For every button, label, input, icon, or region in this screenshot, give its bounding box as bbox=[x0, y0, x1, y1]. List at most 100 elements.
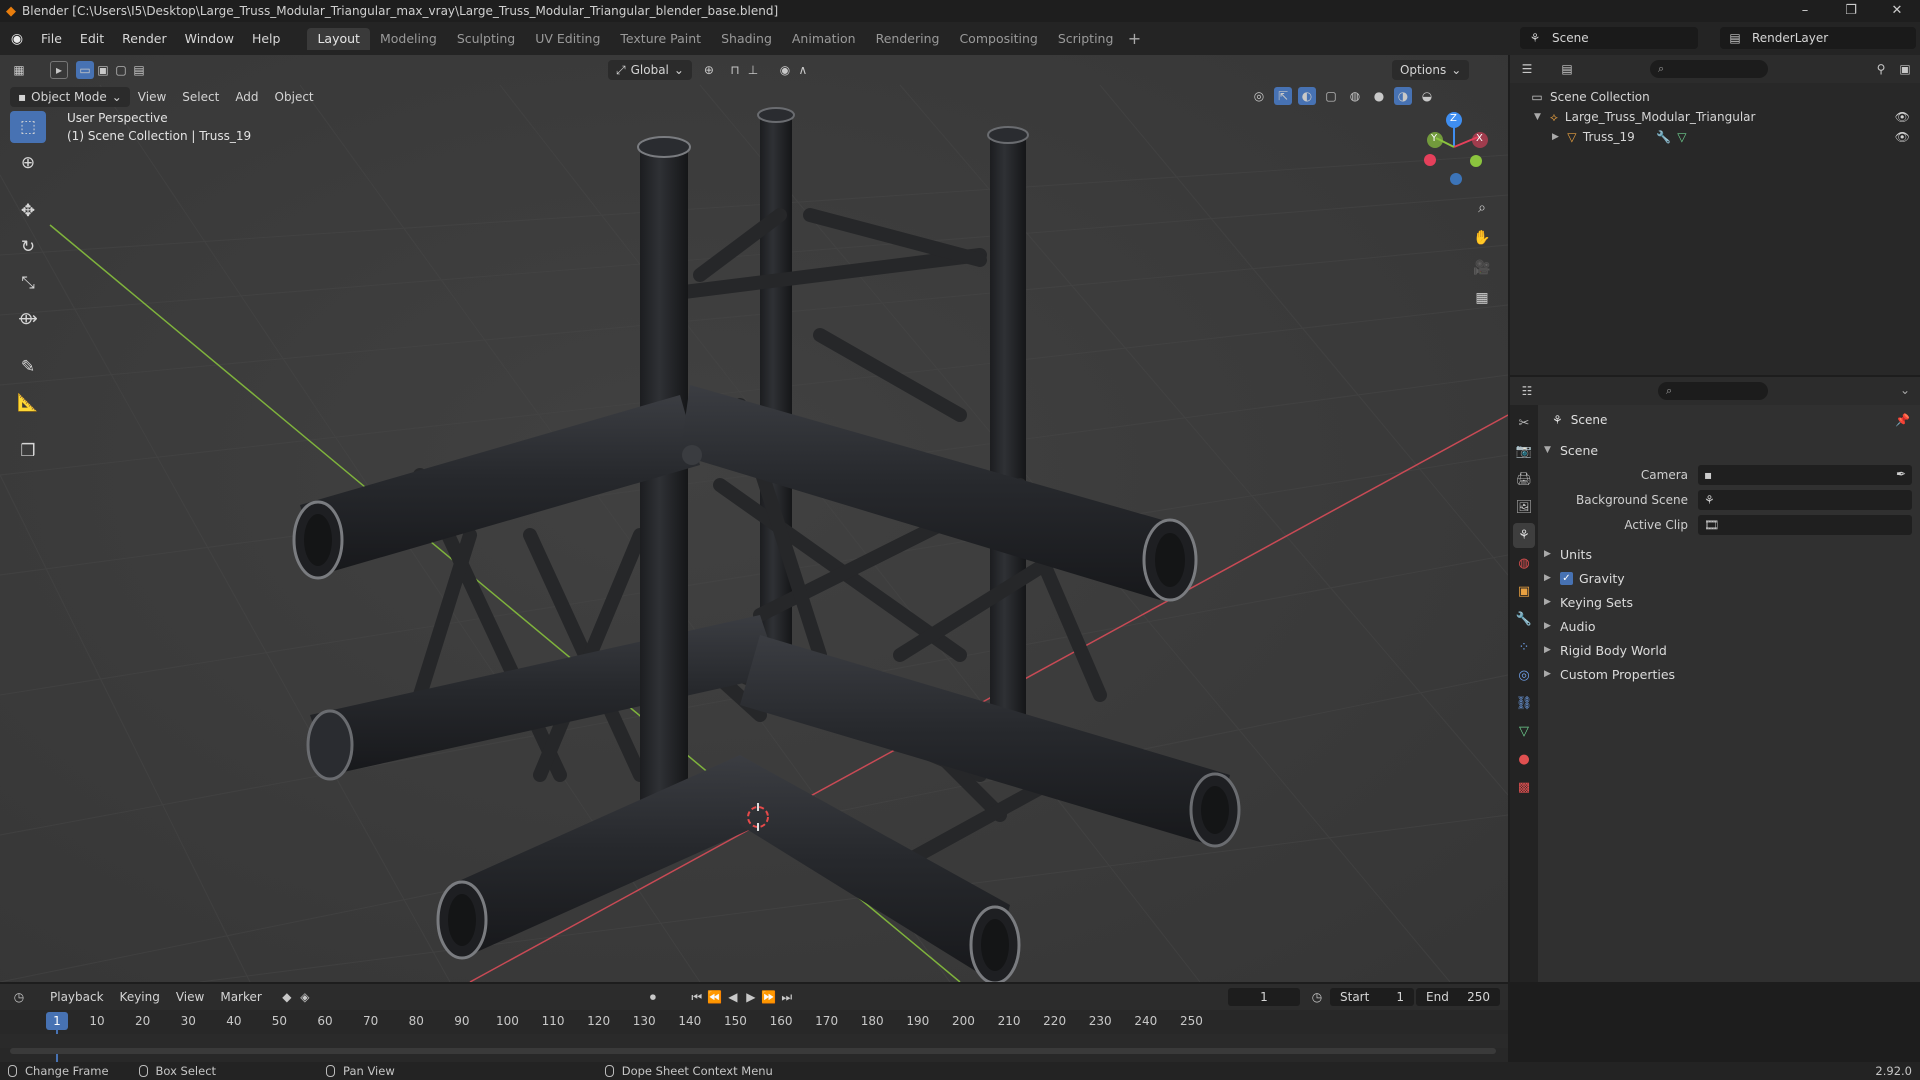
current-frame-marker[interactable]: 1 bbox=[46, 1012, 68, 1030]
close-button[interactable]: ✕ bbox=[1874, 0, 1920, 22]
transform-orientation-dropdown[interactable]: ⤢ Global ⌄ bbox=[608, 60, 692, 80]
new-collection-icon[interactable]: ▣ bbox=[1896, 60, 1914, 78]
proportional-edit-icon[interactable]: ◉ bbox=[776, 61, 794, 79]
tab-compositing[interactable]: Compositing bbox=[949, 28, 1047, 50]
timeline-editor-icon[interactable]: ◷ bbox=[10, 988, 28, 1006]
panel-audio[interactable]: ▶ Audio bbox=[1544, 615, 1914, 637]
select-tool-icon[interactable]: ⬚ bbox=[10, 111, 46, 143]
tab-shading[interactable]: Shading bbox=[711, 28, 782, 50]
panel-scene[interactable]: ▼ Scene bbox=[1544, 439, 1914, 461]
timeline-track-area[interactable] bbox=[0, 1034, 1508, 1048]
minimize-button[interactable]: – bbox=[1782, 0, 1828, 22]
visibility-eye-icon[interactable]: 👁 bbox=[1895, 110, 1910, 124]
wireframe-shading-icon[interactable]: ◍ bbox=[1346, 87, 1364, 105]
jump-start-icon[interactable]: ⏮ bbox=[688, 988, 706, 1006]
tab-sculpting[interactable]: Sculpting bbox=[447, 28, 525, 50]
tab-animation[interactable]: Animation bbox=[782, 28, 866, 50]
start-frame-field[interactable]: Start 1 bbox=[1330, 988, 1414, 1006]
world-tab-icon[interactable]: ◍ bbox=[1513, 551, 1535, 576]
timeline-ruler[interactable]: 1 10 20 30 40 50 60 70 80 90 100 110 120 130 140 150 160… bbox=[0, 1010, 1508, 1062]
preview-range-icon[interactable]: ◷ bbox=[1308, 988, 1326, 1006]
jump-end-icon[interactable]: ⏭ bbox=[778, 988, 796, 1006]
tab-texture-paint[interactable]: Texture Paint bbox=[610, 28, 711, 50]
outliner-editor-icon[interactable]: ☰ bbox=[1518, 60, 1536, 78]
panel-rigid-body-world[interactable]: ▶ Rigid Body World bbox=[1544, 639, 1914, 661]
measure-tool-icon[interactable]: 📐 bbox=[10, 387, 46, 419]
snap-icon[interactable]: ⊓ bbox=[726, 61, 744, 79]
outliner-row-large-truss[interactable]: ▼ ⟡ Large_Truss_Modular_Triangular 👁 bbox=[1510, 107, 1920, 127]
display-mode-icon[interactable]: ▤ bbox=[1558, 60, 1576, 78]
constraints-tab-icon[interactable]: ⛓ bbox=[1513, 691, 1535, 716]
properties-search-input[interactable]: ⌕ bbox=[1658, 382, 1768, 400]
xray-icon[interactable]: ▢ bbox=[1322, 87, 1340, 105]
menu-render[interactable]: Render bbox=[113, 28, 176, 50]
background-scene-field[interactable]: ⚘ bbox=[1698, 490, 1912, 510]
keyframe-insert-icon[interactable]: ◈ bbox=[296, 988, 314, 1006]
tab-scripting[interactable]: Scripting bbox=[1048, 28, 1124, 50]
outliner-search-input[interactable]: ⌕ bbox=[1650, 60, 1768, 78]
maximize-button[interactable]: ❐ bbox=[1828, 0, 1874, 22]
menu-file[interactable]: File bbox=[32, 28, 71, 50]
camera-view-icon[interactable]: 🎥 bbox=[1469, 255, 1495, 281]
add-cube-tool-icon[interactable]: ❒ bbox=[10, 435, 46, 467]
snap-target-icon[interactable]: ⊥ bbox=[744, 61, 762, 79]
render-tab-icon[interactable]: 📷 bbox=[1513, 439, 1535, 464]
viewport-menu-view[interactable]: View bbox=[130, 87, 174, 107]
current-frame-field[interactable]: 1 bbox=[1228, 988, 1300, 1006]
prev-keyframe-icon[interactable]: ⏪ bbox=[706, 988, 724, 1006]
annotate-tool-icon[interactable]: ✎ bbox=[10, 351, 46, 383]
tool-tab-icon[interactable]: ✂ bbox=[1513, 411, 1535, 436]
tab-rendering[interactable]: Rendering bbox=[866, 28, 950, 50]
material-shading-icon[interactable]: ◑ bbox=[1394, 87, 1412, 105]
select-mode-icon[interactable]: ▸ bbox=[50, 61, 68, 79]
rotate-tool-icon[interactable]: ↻ bbox=[10, 231, 46, 263]
panel-custom-properties[interactable]: ▶ Custom Properties bbox=[1544, 663, 1914, 685]
gizmo-toggle-icon[interactable]: ⇱ bbox=[1274, 87, 1292, 105]
timeline-menu-playback[interactable]: Playback bbox=[42, 990, 112, 1004]
blender-menu-icon[interactable]: ◉ bbox=[6, 28, 28, 50]
zoom-icon[interactable]: ⌕ bbox=[1469, 195, 1495, 221]
scene-selector[interactable]: ⚘ Scene bbox=[1520, 27, 1698, 49]
output-tab-icon[interactable]: 🖨 bbox=[1513, 467, 1535, 492]
modifier-tab-icon[interactable]: 🔧 bbox=[1513, 607, 1535, 632]
move-tool-icon[interactable]: ✥ bbox=[10, 195, 46, 227]
properties-editor-icon[interactable]: ☷ bbox=[1518, 382, 1536, 400]
keyframe-icon[interactable]: ◆ bbox=[278, 988, 296, 1006]
view-layer-tab-icon[interactable]: 🖼 bbox=[1513, 495, 1535, 520]
mode-dropdown[interactable]: ▪ Object Mode ⌄ bbox=[10, 87, 130, 107]
viewport-scene[interactable] bbox=[0, 55, 1508, 982]
ortho-toggle-icon[interactable]: ▦ bbox=[1469, 285, 1495, 311]
add-workspace-button[interactable]: + bbox=[1123, 28, 1145, 50]
menu-edit[interactable]: Edit bbox=[71, 28, 113, 50]
particles-tab-icon[interactable]: ⁘ bbox=[1513, 635, 1535, 660]
panel-units[interactable]: ▶ Units bbox=[1544, 543, 1914, 565]
eyedropper-icon[interactable]: ✒ bbox=[1896, 467, 1906, 481]
play-icon[interactable]: ▶ bbox=[742, 988, 760, 1006]
editor-type-icon[interactable]: ▦ bbox=[10, 61, 28, 79]
timeline-menu-keying[interactable]: Keying bbox=[112, 990, 168, 1004]
object-tab-icon[interactable]: ▣ bbox=[1513, 579, 1535, 604]
overlay-toggle-icon[interactable]: ◐ bbox=[1298, 87, 1316, 105]
data-tab-icon[interactable]: ▽ bbox=[1513, 719, 1535, 744]
tab-modeling[interactable]: Modeling bbox=[370, 28, 447, 50]
menu-window[interactable]: Window bbox=[176, 28, 243, 50]
panel-keying-sets[interactable]: ▶ Keying Sets bbox=[1544, 591, 1914, 613]
chevron-down-icon[interactable]: ⌄ bbox=[1900, 383, 1910, 397]
pin-icon[interactable]: 📌 bbox=[1895, 413, 1910, 427]
rendered-shading-icon[interactable]: ◒ bbox=[1418, 87, 1436, 105]
material-tab-icon[interactable]: ● bbox=[1513, 747, 1535, 772]
scale-tool-icon[interactable]: ⤡ bbox=[10, 267, 46, 299]
pivot-point-icon[interactable]: ⊕ bbox=[700, 61, 718, 79]
falloff-icon[interactable]: ∧ bbox=[794, 61, 812, 79]
options-dropdown[interactable]: Options ⌄ bbox=[1391, 60, 1470, 80]
timeline-menu-marker[interactable]: Marker bbox=[212, 990, 269, 1004]
scene-tab-icon[interactable]: ⚘ bbox=[1513, 523, 1535, 548]
next-keyframe-icon[interactable]: ⏩ bbox=[760, 988, 778, 1006]
render-layer-selector[interactable]: ▤ RenderLayer bbox=[1720, 27, 1916, 49]
viewport-menu-object[interactable]: Object bbox=[267, 87, 322, 107]
select-subtract-icon[interactable]: ▢ bbox=[112, 61, 130, 79]
3d-viewport[interactable]: Z X Y ▦ ▸ ▭ ▣ ▢ ▤ ⤢ Global ⌄ ⊕ ⊓ ⊥ ◉ ∧ O… bbox=[0, 55, 1508, 982]
menu-help[interactable]: Help bbox=[243, 28, 290, 50]
texture-tab-icon[interactable]: ▩ bbox=[1513, 775, 1535, 800]
tab-layout[interactable]: Layout bbox=[307, 27, 370, 50]
